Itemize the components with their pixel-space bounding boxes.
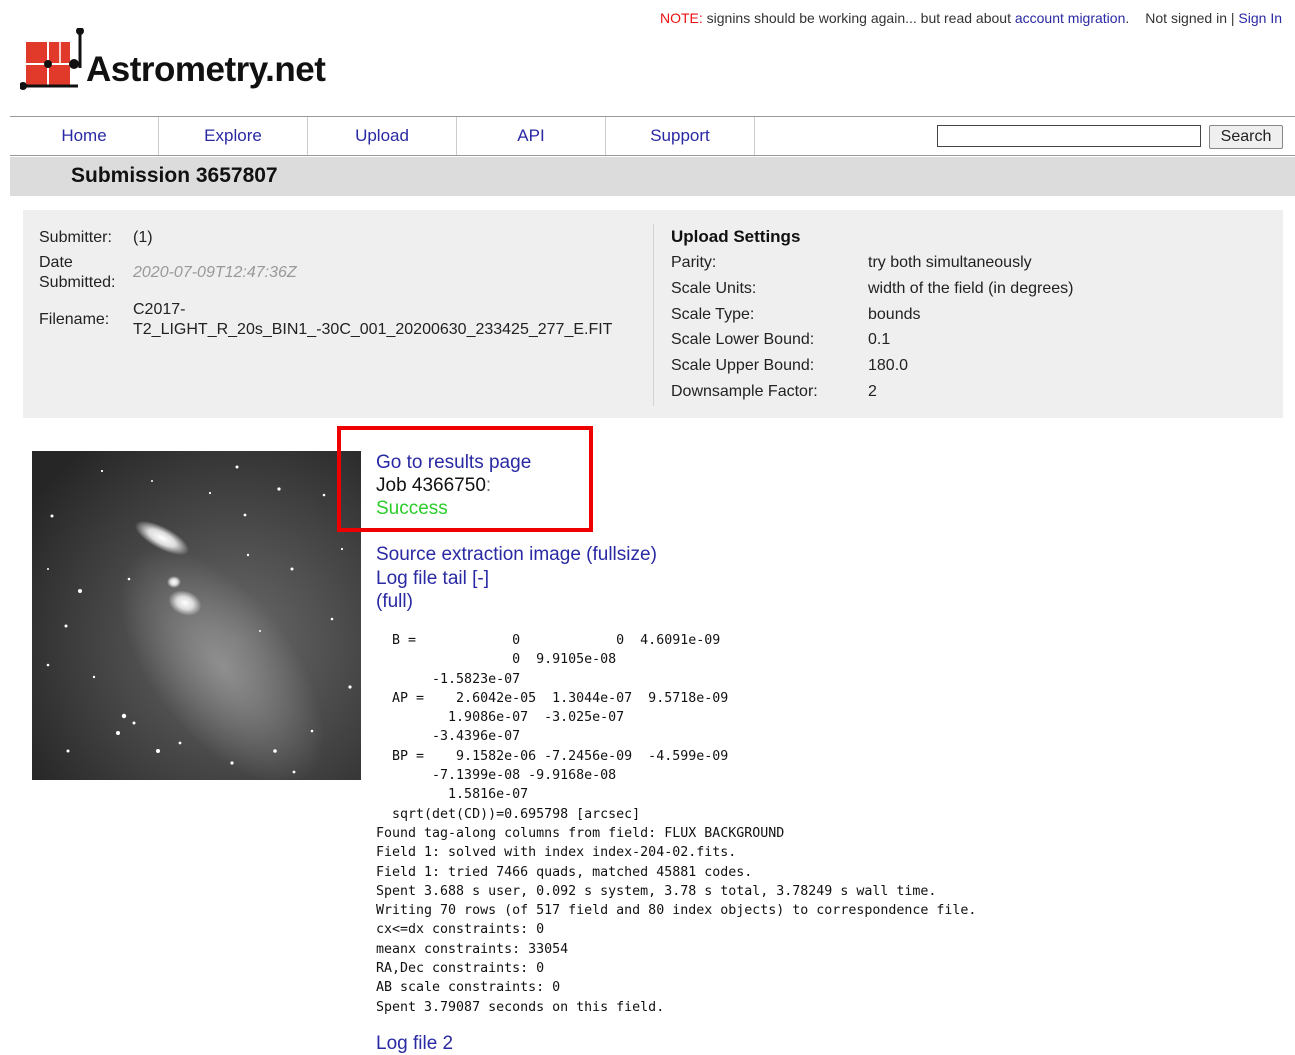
setting-value-downsample: 2 — [868, 383, 877, 400]
filename-line1: C2017- — [133, 301, 186, 318]
setting-value-parity: try both simultaneously — [868, 254, 1032, 271]
main-nav: Home Explore Upload API Support Search — [10, 116, 1295, 156]
logo-text: Astrometry.net — [86, 50, 326, 89]
submission-thumbnail[interactable] — [32, 451, 361, 780]
logo-icon — [20, 28, 84, 90]
setting-label-parity: Parity: — [671, 254, 717, 271]
submitter-label: Submitter: — [39, 229, 112, 246]
filename-line2: T2_LIGHT_R_20s_BIN1_-30C_001_20200630_23… — [133, 321, 613, 338]
setting-value-upper-bound: 180.0 — [868, 357, 909, 374]
notice-text: signins should be working again... but r… — [702, 10, 1015, 26]
top-notice: NOTE: signins should be working again...… — [660, 10, 1282, 26]
log-output: B = 0 0 4.6091e-09 0 9.9105e-08 -1.5823e… — [376, 633, 977, 1015]
page-title: Submission 3657807 — [71, 164, 278, 187]
sign-in-link[interactable]: Sign In — [1238, 10, 1282, 26]
filename-label: Filename: — [39, 311, 110, 328]
setting-label-lower-bound: Scale Lower Bound: — [671, 331, 815, 348]
nav-support[interactable]: Support — [606, 117, 755, 155]
notice-after: . — [1125, 10, 1130, 26]
panel-divider — [653, 224, 654, 406]
source-extraction-link[interactable]: Source extraction image (fullsize) — [376, 543, 657, 566]
nav-explore[interactable]: Explore — [159, 117, 308, 155]
nav-home[interactable]: Home — [10, 117, 159, 155]
log-file-2-link[interactable]: Log file 2 — [376, 1032, 453, 1055]
setting-label-upper-bound: Scale Upper Bound: — [671, 357, 815, 374]
setting-value-scale-units: width of the field (in degrees) — [868, 280, 1074, 297]
setting-label-scale-type: Scale Type: — [671, 306, 755, 323]
setting-label-scale-units: Scale Units: — [671, 280, 757, 297]
submission-info-panel: Submitter: (1) Date Submitted: 2020-07-0… — [23, 210, 1283, 418]
search-button[interactable]: Search — [1209, 125, 1283, 149]
log-file-tail-link[interactable]: Log file tail [-] — [376, 567, 489, 590]
sky-image — [32, 451, 361, 780]
setting-value-scale-type: bounds — [868, 306, 921, 323]
setting-label-downsample: Downsample Factor: — [671, 383, 818, 400]
title-bar: Submission 3657807 — [10, 157, 1295, 196]
account-migration-link[interactable]: account migration — [1015, 10, 1126, 26]
notice-label: NOTE: — [659, 10, 703, 26]
site-logo[interactable]: Astrometry.net — [20, 28, 340, 98]
submitter-value: (1) — [133, 229, 153, 246]
date-label-line1: Date — [39, 254, 73, 271]
date-label-line2: Submitted: — [39, 274, 116, 291]
nav-upload[interactable]: Upload — [308, 117, 457, 155]
log-full-link[interactable]: (full) — [376, 590, 413, 613]
nav-api[interactable]: API — [457, 117, 606, 155]
date-value: 2020-07-09T12:47:36Z — [133, 264, 297, 281]
setting-value-lower-bound: 0.1 — [868, 331, 891, 348]
search-input[interactable] — [937, 125, 1201, 147]
highlight-annotation — [337, 426, 593, 532]
signin-status: Not signed in | — [1145, 10, 1239, 26]
upload-settings-heading: Upload Settings — [671, 227, 801, 246]
